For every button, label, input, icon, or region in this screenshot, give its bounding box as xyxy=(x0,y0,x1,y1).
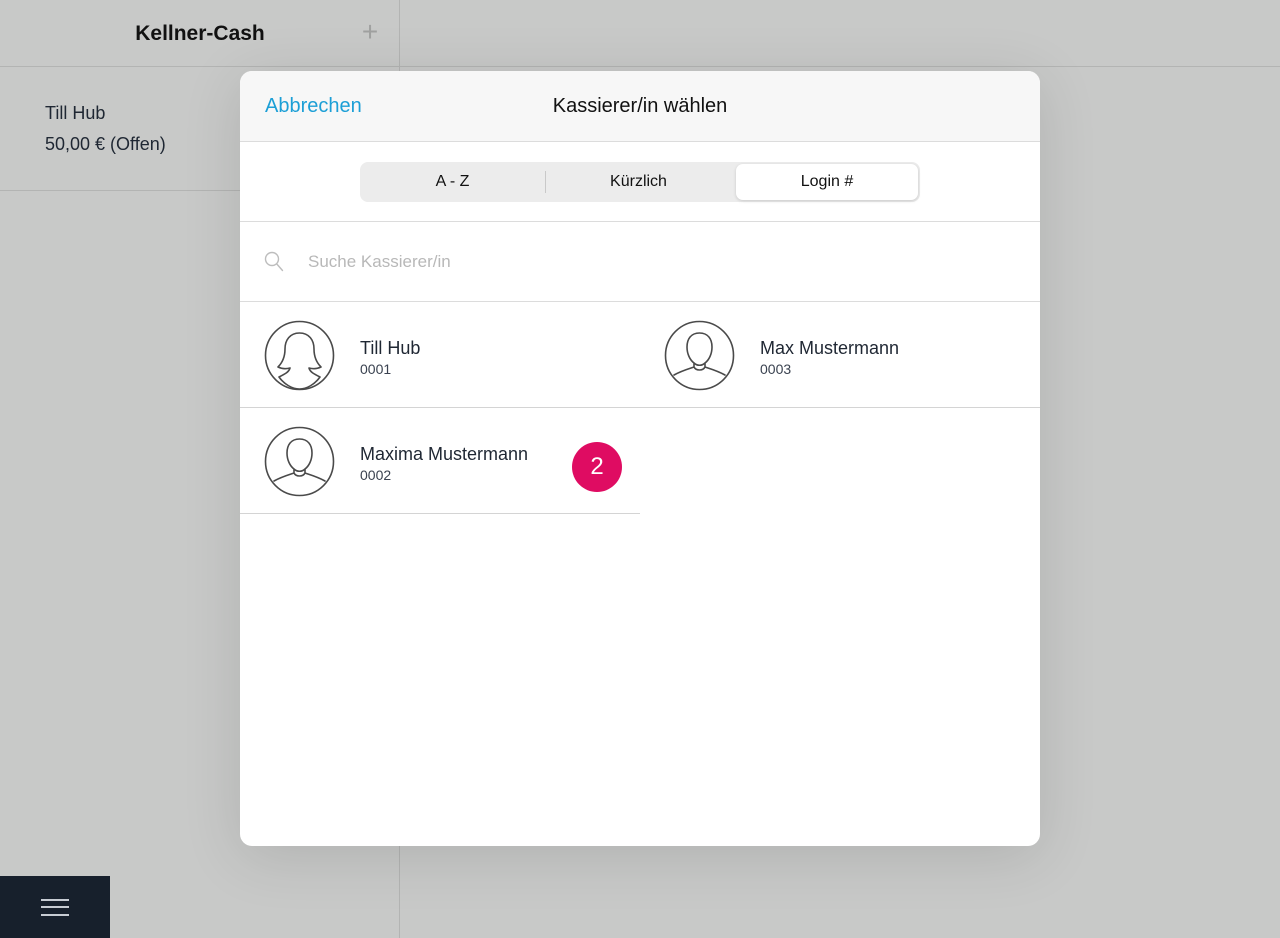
app-title: Kellner-Cash xyxy=(135,22,265,45)
sort-segmented-control: A - Z Kürzlich Login # xyxy=(360,162,920,202)
notification-badge: 2 xyxy=(572,442,622,492)
cashier-number: 0001 xyxy=(360,361,392,377)
segment-login-number[interactable]: Login # xyxy=(736,164,918,200)
cashier-item-maxima-mustermann[interactable]: Maxima Mustermann 0002 2 xyxy=(240,408,640,514)
cashier-name: Till Hub xyxy=(360,338,421,358)
hamburger-menu-icon xyxy=(41,899,69,901)
cashier-number: 0002 xyxy=(360,467,392,483)
female-avatar-icon xyxy=(264,320,335,391)
cashier-item-max-mustermann[interactable]: Max Mustermann 0003 xyxy=(640,302,1040,408)
search-icon xyxy=(264,251,284,272)
menu-button[interactable] xyxy=(0,876,110,938)
male-avatar-icon xyxy=(264,426,335,497)
segment-divider xyxy=(545,171,546,193)
plus-icon[interactable]: + xyxy=(358,18,382,46)
dialog-header: Abbrechen Kassierer/in wählen xyxy=(240,71,1040,142)
row-divider xyxy=(240,513,640,514)
cashier-item-till-hub[interactable]: Till Hub 0001 xyxy=(240,302,640,408)
segment-a-z[interactable]: A - Z xyxy=(362,164,543,200)
cashier-name: Max Mustermann xyxy=(760,338,900,358)
male-avatar-icon xyxy=(664,320,735,391)
sort-segment-row: A - Z Kürzlich Login # xyxy=(240,142,1040,222)
search-row xyxy=(240,222,1040,302)
segment-recent[interactable]: Kürzlich xyxy=(548,164,729,200)
order-amount: 50,00 € (Offen) xyxy=(45,134,166,154)
select-cashier-dialog: Abbrechen Kassierer/in wählen A - Z Kürz… xyxy=(240,71,1040,846)
cashier-number: 0003 xyxy=(760,361,792,377)
order-name: Till Hub xyxy=(45,103,106,123)
search-input[interactable] xyxy=(308,248,988,276)
dialog-title: Kassierer/in wählen xyxy=(552,95,728,117)
cashier-name: Maxima Mustermann xyxy=(360,444,529,464)
